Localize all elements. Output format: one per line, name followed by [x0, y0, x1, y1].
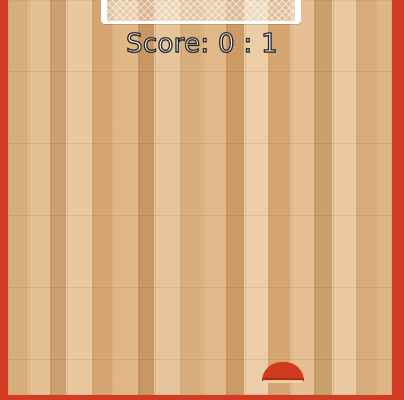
court-floor [8, 0, 392, 395]
goal-right-post [295, 0, 298, 24]
court-planks [8, 0, 392, 395]
goal-left-post [104, 0, 107, 24]
goal-net-icon [101, 0, 301, 24]
game-screen: Score: 0 : 1 [0, 0, 404, 400]
